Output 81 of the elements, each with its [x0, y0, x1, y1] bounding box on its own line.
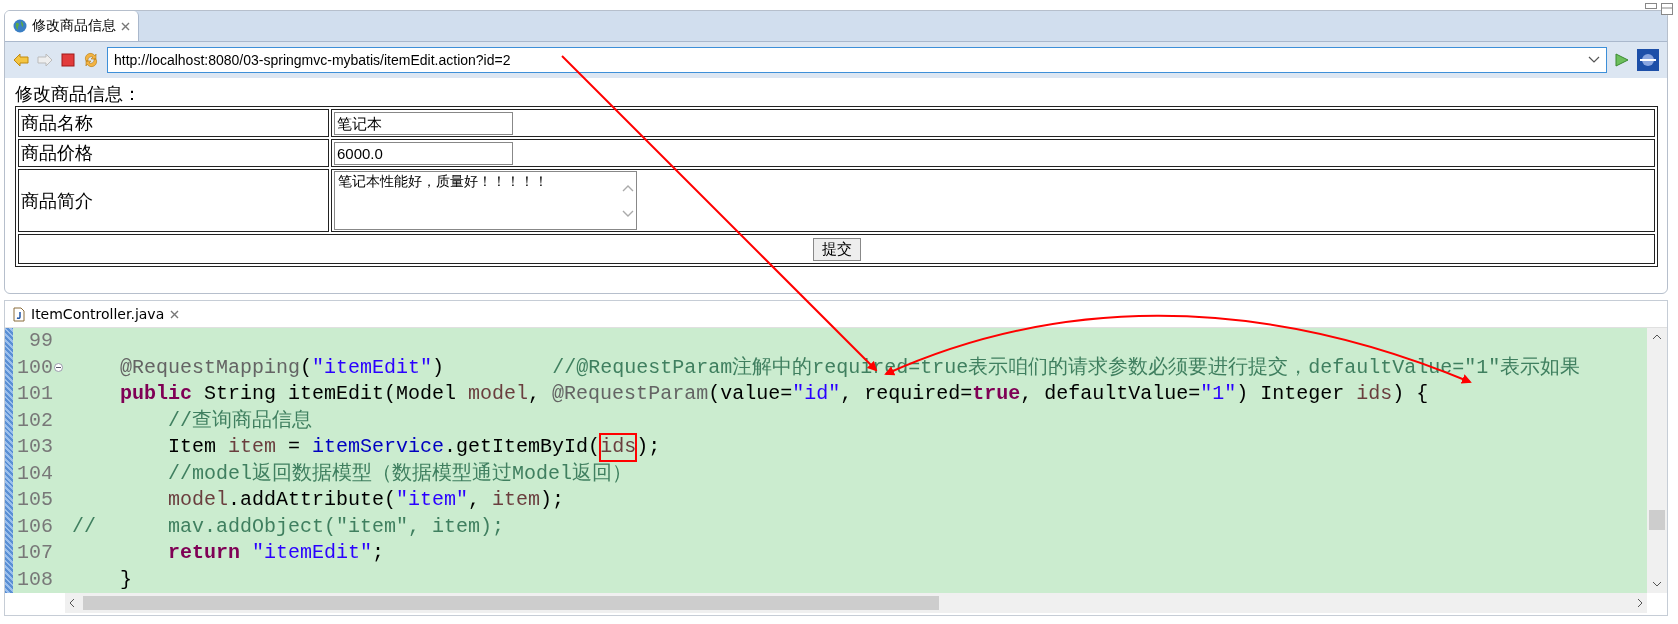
variable: item: [492, 487, 541, 513]
line-number: 105: [16, 487, 53, 513]
field-label: 商品名称: [18, 109, 329, 137]
code-comment: // mav.addObject("item", item);: [72, 513, 505, 540]
code-text: String itemEdit(Model: [203, 381, 458, 407]
code-text: ,: [468, 487, 482, 513]
keyword: return: [167, 540, 241, 566]
code-text: );: [540, 487, 565, 513]
string-literal: "1": [1200, 381, 1237, 407]
scroll-right-icon[interactable]: [1637, 598, 1643, 608]
code-text: =: [287, 434, 302, 460]
field-label: 商品简介: [18, 169, 329, 232]
dropdown-caret-icon[interactable]: [1588, 56, 1600, 64]
scroll-up-icon[interactable]: [1652, 334, 1662, 340]
url-field[interactable]: http://localhost:8080/03-springmvc-mybatis/itemEdit.action?id=2: [107, 47, 1607, 73]
variable: item: [228, 434, 277, 460]
minimize-icon[interactable]: [1645, 3, 1657, 11]
variable: model: [468, 381, 529, 407]
code-text: ,: [528, 381, 542, 407]
collapse-icon[interactable]: [54, 363, 63, 373]
java-file-icon: [13, 306, 25, 322]
tab-title: ItemController.java: [31, 306, 165, 322]
code-text: ) {: [1392, 381, 1429, 407]
code-comment: //查询商品信息: [167, 407, 313, 434]
back-icon[interactable]: [13, 53, 29, 67]
text-input[interactable]: 6000.0: [334, 141, 513, 165]
submit-button[interactable]: 提交: [812, 237, 861, 261]
line-number: 106: [16, 513, 53, 540]
browser-tab[interactable]: 修改商品信息: [5, 11, 139, 41]
browser-icon[interactable]: [1637, 49, 1659, 71]
code-text: }: [119, 566, 132, 593]
code-text: .getItemById(: [444, 434, 601, 460]
go-icon[interactable]: [1615, 53, 1629, 67]
line-number: 99: [28, 328, 53, 354]
field-label: 商品价格: [18, 139, 329, 167]
form-heading: 修改商品信息：: [15, 83, 142, 106]
code-text: , defaultValue=: [1020, 381, 1201, 407]
refresh-icon[interactable]: [83, 52, 99, 68]
string-literal: "item": [396, 487, 469, 513]
code-text: ): [432, 354, 446, 381]
scroll-down-icon[interactable]: [1652, 581, 1662, 587]
close-icon[interactable]: [170, 309, 180, 319]
string-literal: "itemEdit": [251, 540, 373, 566]
field-name: itemService: [312, 434, 445, 460]
variable: ids: [1356, 381, 1393, 407]
annotation: @RequestParam: [552, 381, 709, 407]
horizontal-scrollbar[interactable]: [65, 593, 1647, 613]
line-number: 102: [16, 407, 53, 434]
code-text: ) Integer: [1236, 381, 1346, 407]
code-text: ;: [372, 540, 385, 566]
tab-title: 修改商品信息: [32, 17, 116, 35]
string-literal: "id": [792, 381, 841, 407]
text-input[interactable]: 笔记本: [334, 111, 513, 135]
maximize-icon[interactable]: [1661, 3, 1673, 15]
variable: model: [167, 487, 229, 513]
keyword: true: [972, 381, 1021, 407]
keyword: public: [119, 381, 193, 407]
vertical-scrollbar[interactable]: [1647, 328, 1667, 593]
line-number: 104: [16, 460, 53, 487]
code-text: (value=: [708, 381, 793, 407]
annotation: @RequestMapping: [119, 354, 301, 381]
code-text: Item: [167, 434, 218, 460]
globe-icon: [13, 19, 27, 33]
scroll-thumb[interactable]: [1649, 510, 1665, 530]
code-text: .addAttribute(: [228, 487, 397, 513]
string-literal: "itemEdit": [312, 354, 433, 381]
code-text: (: [300, 354, 313, 381]
highlighted-variable: ids: [600, 434, 637, 461]
line-number: 103: [16, 434, 53, 460]
code-comment: //model返回数据模型（数据模型通过Model返回）: [167, 460, 633, 487]
line-number: 100: [16, 354, 53, 381]
close-icon[interactable]: [121, 21, 130, 31]
scroll-thumb[interactable]: [83, 596, 939, 610]
scroll-left-icon[interactable]: [69, 598, 75, 608]
code-text: , required=: [840, 381, 973, 407]
line-number: 101: [16, 381, 53, 407]
line-number: 108: [16, 566, 53, 593]
line-number: 107: [16, 540, 53, 566]
stop-icon[interactable]: [61, 53, 75, 67]
textarea-field[interactable]: 笔记本性能好，质量好！！！！！: [334, 171, 637, 230]
code-text: );: [636, 434, 661, 460]
